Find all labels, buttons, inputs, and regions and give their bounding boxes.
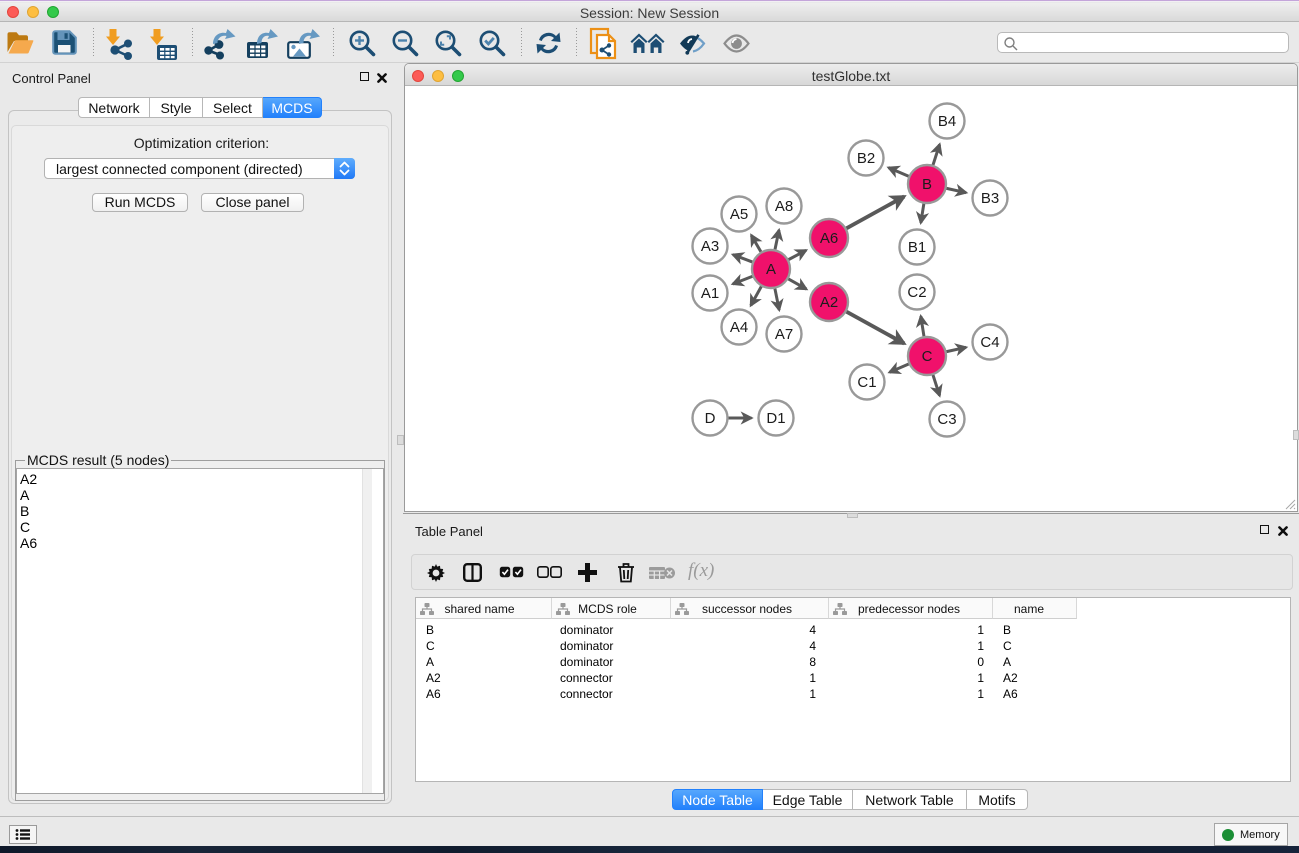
svg-text:D: D (705, 410, 716, 427)
svg-text:C2: C2 (907, 284, 926, 301)
svg-text:A8: A8 (775, 198, 793, 215)
svg-text:B2: B2 (857, 150, 875, 167)
svg-text:B: B (922, 176, 932, 193)
svg-text:A6: A6 (820, 230, 838, 247)
svg-text:C4: C4 (980, 334, 999, 351)
svg-text:A: A (766, 261, 776, 278)
svg-text:B1: B1 (908, 239, 926, 256)
svg-text:C3: C3 (937, 411, 956, 428)
svg-text:C: C (922, 348, 933, 365)
svg-text:A7: A7 (775, 326, 793, 343)
svg-text:A2: A2 (820, 294, 838, 311)
svg-text:B3: B3 (981, 190, 999, 207)
svg-text:B4: B4 (938, 113, 956, 130)
svg-text:A4: A4 (730, 319, 748, 336)
svg-text:D1: D1 (766, 410, 785, 427)
svg-text:A1: A1 (701, 285, 719, 302)
svg-text:A3: A3 (701, 238, 719, 255)
svg-text:C1: C1 (857, 374, 876, 391)
svg-text:A5: A5 (730, 206, 748, 223)
